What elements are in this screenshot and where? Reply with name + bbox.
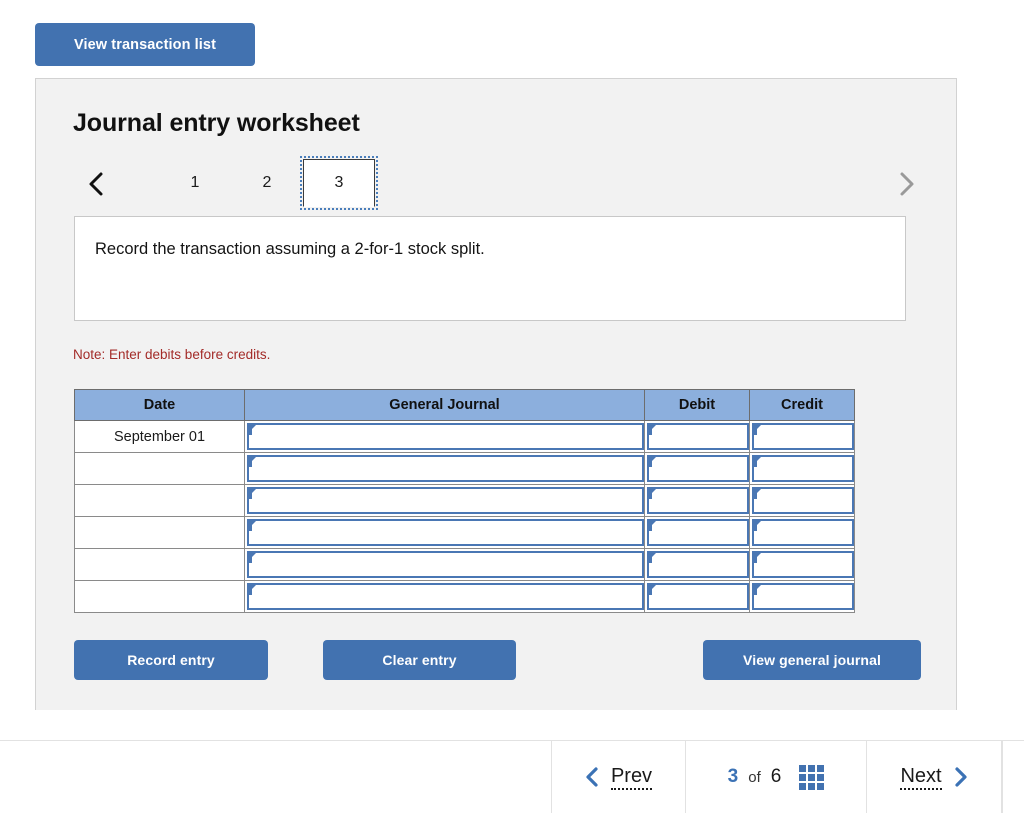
prev-page-label[interactable]: Prev <box>610 765 653 790</box>
general-journal-input[interactable] <box>247 455 644 482</box>
debit-input[interactable] <box>647 423 749 450</box>
worksheet-tab-3-label: 3 <box>334 174 344 191</box>
credit-cell[interactable] <box>749 420 855 453</box>
credit-input[interactable] <box>752 519 854 546</box>
chevron-right-icon[interactable] <box>891 169 921 199</box>
debit-cell[interactable] <box>644 516 750 549</box>
record-entry-button[interactable]: Record entry <box>74 640 268 680</box>
general-journal-cell[interactable] <box>244 580 645 613</box>
pagination-bar: Prev 3 of 6 Next <box>551 741 1024 813</box>
page-of-label: of <box>748 768 761 786</box>
credit-cell[interactable] <box>749 484 855 517</box>
date-cell[interactable] <box>74 452 245 485</box>
debit-cell[interactable] <box>644 548 750 581</box>
worksheet-tab-2-label: 2 <box>262 174 272 191</box>
date-cell[interactable] <box>74 484 245 517</box>
chevron-right-icon[interactable] <box>953 766 968 788</box>
journal-entry-worksheet-panel: Journal entry worksheet 1 2 3 Record the… <box>35 78 957 710</box>
debit-cell[interactable] <box>644 452 750 485</box>
debit-input[interactable] <box>647 519 749 546</box>
general-journal-cell[interactable] <box>244 484 645 517</box>
general-journal-cell[interactable] <box>244 420 645 453</box>
worksheet-tab-1[interactable]: 1 <box>159 159 231 207</box>
debit-cell[interactable] <box>644 484 750 517</box>
general-journal-input[interactable] <box>247 583 644 610</box>
table-row <box>74 452 855 485</box>
debits-before-credits-note: Note: Enter debits before credits. <box>73 347 271 362</box>
worksheet-tab-1-label: 1 <box>190 174 200 191</box>
table-row <box>74 484 855 517</box>
worksheet-tab-2[interactable]: 2 <box>231 159 303 207</box>
pager-end-spacer <box>1002 741 1024 813</box>
date-cell[interactable]: September 01 <box>74 420 245 453</box>
page-title: Journal entry worksheet <box>73 109 360 137</box>
total-pages-number: 6 <box>770 766 782 787</box>
chevron-left-icon[interactable] <box>585 766 600 788</box>
table-row <box>74 548 855 581</box>
table-row: September 01 <box>74 420 855 453</box>
chevron-left-icon[interactable] <box>81 169 111 199</box>
credit-cell[interactable] <box>749 548 855 581</box>
journal-entry-table: Date General Journal Debit Credit Septem… <box>74 389 855 613</box>
column-header-date: Date <box>74 389 245 421</box>
general-journal-cell[interactable] <box>244 548 645 581</box>
worksheet-tab-strip: 1 2 3 <box>73 156 921 210</box>
table-row <box>74 580 855 613</box>
debit-cell[interactable] <box>644 420 750 453</box>
column-header-general-journal: General Journal <box>244 389 645 421</box>
credit-cell[interactable] <box>749 580 855 613</box>
debit-cell[interactable] <box>644 580 750 613</box>
general-journal-input[interactable] <box>247 487 644 514</box>
general-journal-cell[interactable] <box>244 452 645 485</box>
view-general-journal-button[interactable]: View general journal <box>703 640 921 680</box>
debit-input[interactable] <box>647 455 749 482</box>
table-header-row: Date General Journal Debit Credit <box>74 389 855 421</box>
instruction-box: Record the transaction assuming a 2-for-… <box>74 216 906 321</box>
credit-cell[interactable] <box>749 452 855 485</box>
date-cell[interactable] <box>74 580 245 613</box>
debit-input[interactable] <box>647 487 749 514</box>
date-cell[interactable] <box>74 516 245 549</box>
worksheet-tab-3[interactable]: 3 <box>300 156 378 210</box>
general-journal-input[interactable] <box>247 423 644 450</box>
general-journal-input[interactable] <box>247 519 644 546</box>
general-journal-input[interactable] <box>247 551 644 578</box>
column-header-credit: Credit <box>749 389 855 421</box>
column-header-debit: Debit <box>644 389 750 421</box>
grid-3x3-icon[interactable] <box>799 764 825 790</box>
debit-input[interactable] <box>647 583 749 610</box>
credit-input[interactable] <box>752 487 854 514</box>
next-page-button[interactable]: Next <box>866 741 1002 813</box>
instruction-text: Record the transaction assuming a 2-for-… <box>95 240 485 258</box>
clear-entry-button[interactable]: Clear entry <box>323 640 516 680</box>
credit-input[interactable] <box>752 455 854 482</box>
page-indicator: 3 of 6 <box>685 741 866 813</box>
table-row <box>74 516 855 549</box>
general-journal-cell[interactable] <box>244 516 645 549</box>
credit-input[interactable] <box>752 551 854 578</box>
credit-input[interactable] <box>752 423 854 450</box>
page-root: View transaction list Journal entry work… <box>0 0 1024 819</box>
credit-cell[interactable] <box>749 516 855 549</box>
date-cell[interactable] <box>74 548 245 581</box>
view-transaction-list-button[interactable]: View transaction list <box>35 23 255 66</box>
current-page-number: 3 <box>727 766 739 787</box>
credit-input[interactable] <box>752 583 854 610</box>
prev-page-button[interactable]: Prev <box>551 741 685 813</box>
debit-input[interactable] <box>647 551 749 578</box>
next-page-label[interactable]: Next <box>900 765 942 790</box>
